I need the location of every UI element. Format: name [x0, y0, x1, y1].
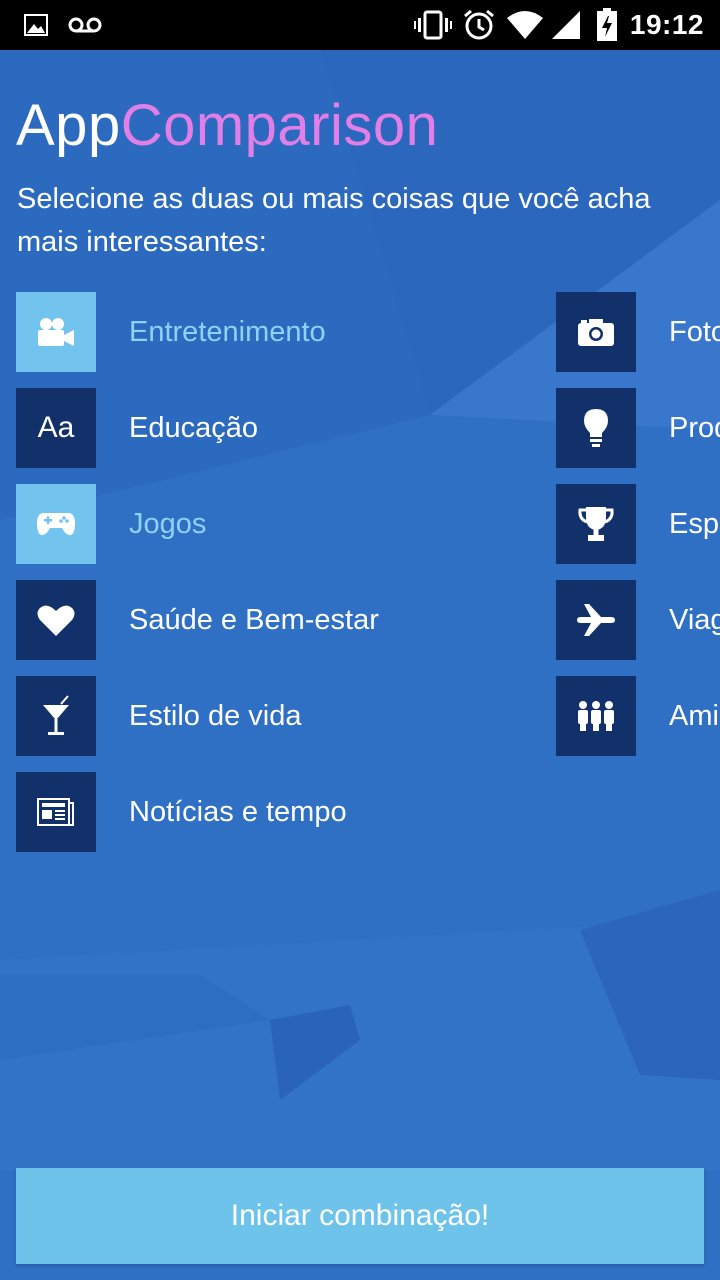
category-tile	[556, 388, 636, 468]
cocktail-icon	[43, 695, 69, 735]
app-title-accent: Comparison	[120, 93, 439, 158]
voicemail-icon	[68, 0, 102, 50]
alarm-icon	[462, 0, 496, 50]
category-label: Saúde e Bem-estar	[129, 603, 379, 636]
people-icon	[578, 701, 614, 731]
category-amigos[interactable]: Ami	[556, 676, 719, 756]
category-label: Espo	[669, 507, 720, 540]
category-tile: Aa	[16, 388, 96, 468]
category-tile	[556, 676, 636, 756]
category-label: Ami	[669, 699, 719, 732]
airplane-icon	[577, 604, 615, 636]
category-estilo-de-vida[interactable]: Estilo de vida	[16, 676, 302, 756]
category-label: Educação	[129, 411, 258, 444]
video-camera-icon	[38, 318, 74, 346]
image-icon	[24, 0, 48, 50]
category-tile	[16, 772, 96, 852]
category-label: Estilo de vida	[129, 699, 302, 732]
gamepad-icon	[37, 513, 75, 536]
lightbulb-icon	[584, 409, 608, 447]
font-aa-icon: Aa	[37, 411, 75, 444]
category-entretenimento[interactable]: Entretenimento	[16, 292, 326, 372]
category-foto[interactable]: Foto	[556, 292, 720, 372]
category-noticias-tempo[interactable]: Notícias e tempo	[16, 772, 347, 852]
vibrate-icon	[414, 0, 452, 50]
category-tile	[556, 484, 636, 564]
category-saude-bem-estar[interactable]: Saúde e Bem-estar	[16, 580, 379, 660]
category-educacao[interactable]: Aa Educação	[16, 388, 258, 468]
category-label: Notícias e tempo	[129, 795, 347, 828]
category-tile	[16, 580, 96, 660]
category-tile	[16, 292, 96, 372]
app-title: AppComparison	[16, 92, 438, 159]
category-viagem[interactable]: Viag	[556, 580, 720, 660]
category-tile	[556, 580, 636, 660]
category-label: Jogos	[129, 507, 207, 540]
status-bar: 19:12	[0, 0, 720, 50]
status-time: 19:12	[629, 9, 704, 40]
battery-charging-icon	[596, 0, 618, 50]
category-jogos[interactable]: Jogos	[16, 484, 206, 564]
category-tile	[556, 292, 636, 372]
category-esportes[interactable]: Espo	[556, 484, 720, 564]
category-label: Entretenimento	[129, 315, 326, 348]
category-tile	[16, 484, 96, 564]
start-combination-button[interactable]: Iniciar combinação!	[16, 1168, 704, 1264]
trophy-icon	[578, 507, 614, 541]
category-tile	[16, 676, 96, 756]
category-produtividade[interactable]: Prod	[556, 388, 720, 468]
newspaper-icon	[37, 798, 74, 826]
signal-icon	[550, 0, 582, 50]
heart-icon	[37, 605, 75, 636]
category-label: Prod	[669, 411, 720, 444]
category-label: Viag	[669, 603, 720, 636]
camera-icon	[578, 319, 614, 346]
wifi-icon	[506, 0, 544, 50]
app-title-prefix: App	[16, 93, 121, 158]
instruction-text: Selecione as duas ou mais coisas que voc…	[17, 183, 651, 258]
category-label: Foto	[669, 315, 720, 348]
